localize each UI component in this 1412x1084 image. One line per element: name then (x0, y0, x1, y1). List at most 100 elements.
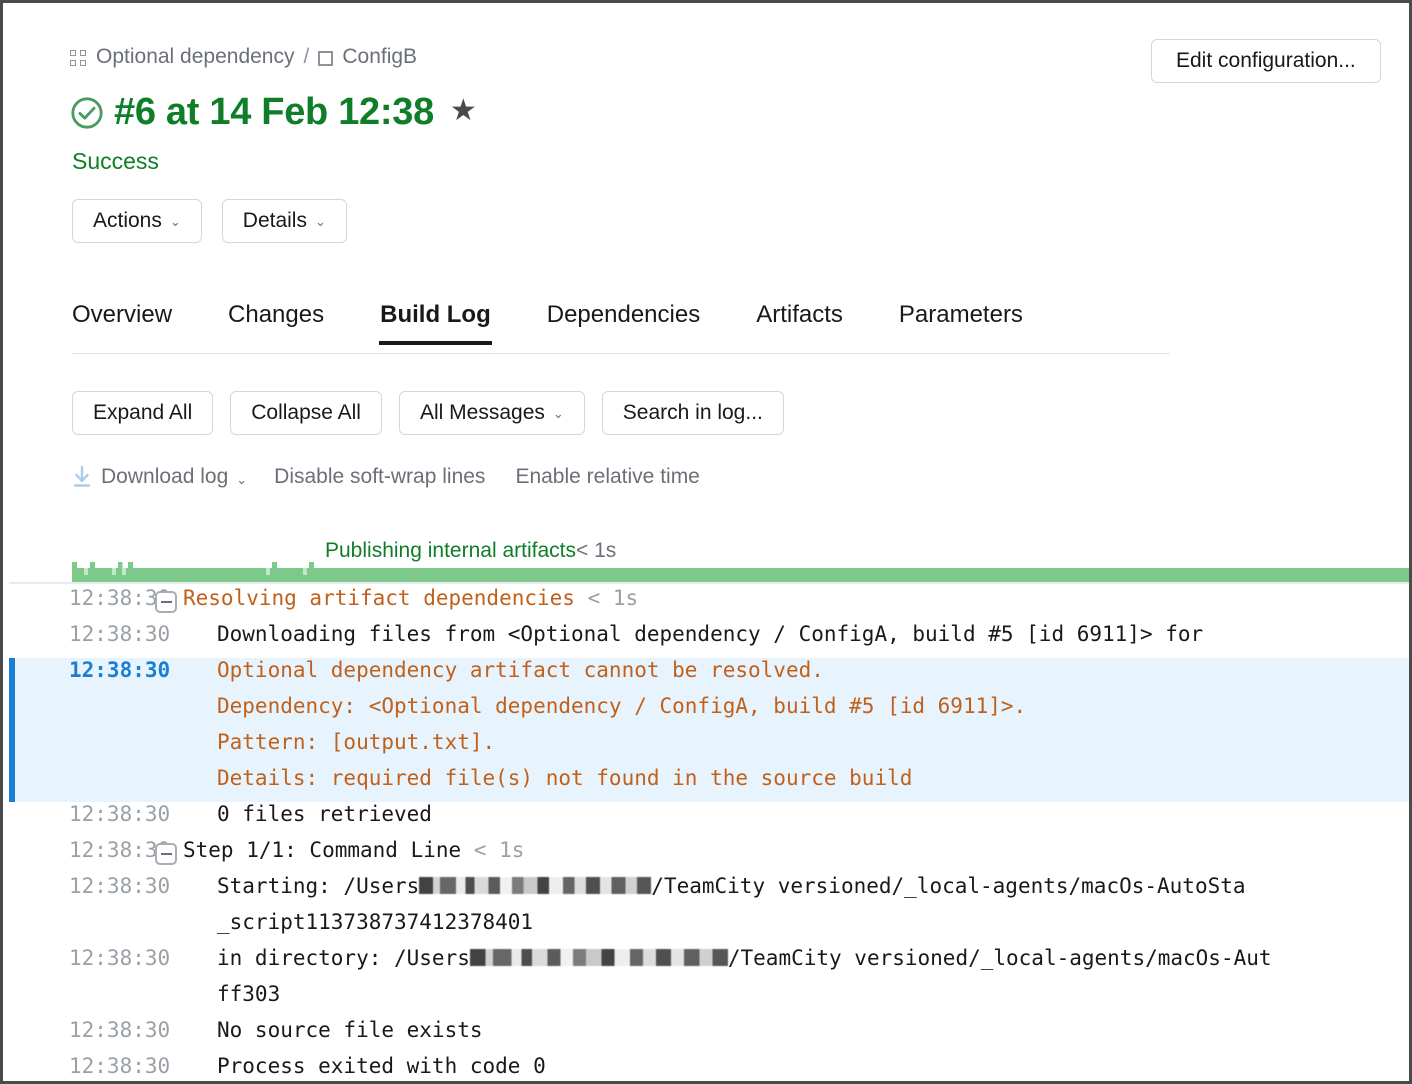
tab-dependencies[interactable]: Dependencies (547, 301, 700, 345)
log-divider (9, 582, 1409, 584)
enable-relative-time-link[interactable]: Enable relative time (515, 465, 699, 489)
tab-label: Dependencies (547, 301, 700, 328)
log-line[interactable]: Dependency: <Optional dependency / Confi… (9, 694, 1409, 730)
page-title: #6 at 14 Feb 12:38 (114, 91, 434, 134)
log-line[interactable]: Details: required file(s) not found in t… (9, 766, 1409, 802)
breadcrumb-separator: / (304, 45, 310, 69)
tab-label: Parameters (899, 301, 1023, 328)
log-duration: < 1s (588, 586, 639, 610)
build-title-row: #6 at 14 Feb 12:38 ★ (70, 91, 477, 134)
log-line[interactable]: 12:38:30Resolving artifact dependencies … (9, 586, 1409, 622)
tab-parameters[interactable]: Parameters (899, 301, 1023, 345)
redacted-path-segment (470, 949, 728, 966)
collapse-block-icon[interactable] (155, 843, 177, 865)
log-line[interactable]: 12:38:30 Step 1/1: Command Line < 1s (9, 838, 1409, 874)
edit-configuration-button[interactable]: Edit configuration... (1151, 39, 1381, 83)
log-duration: < 1s (474, 838, 525, 862)
tab-overview[interactable]: Overview (72, 301, 172, 345)
tab-changes[interactable]: Changes (228, 301, 324, 345)
log-toggle-cell (149, 730, 183, 735)
log-toggle-cell (149, 910, 183, 915)
search-in-log-button[interactable]: Search in log... (602, 391, 784, 435)
log-message: Downloading files from <Optional depende… (183, 622, 1409, 646)
tab-artifacts[interactable]: Artifacts (756, 301, 843, 345)
star-icon[interactable]: ★ (450, 96, 477, 126)
log-line[interactable]: 12:38:30Process exited with code 0 (9, 1054, 1409, 1081)
log-message: Resolving artifact dependencies < 1s (183, 586, 1409, 610)
log-toggle-cell (149, 694, 183, 699)
chevron-down-icon: ⌄ (236, 472, 247, 487)
log-message: Optional dependency artifact cannot be r… (183, 658, 1409, 682)
log-message: Process exited with code 0 (183, 1054, 1409, 1078)
log-timestamp: 12:38:30 (9, 658, 149, 682)
log-toggle-cell (149, 946, 183, 951)
page-content: Optional dependency / ConfigB Edit confi… (3, 3, 1409, 1081)
collapse-all-label: Collapse All (251, 401, 361, 425)
log-message-text: Dependency: <Optional dependency / Confi… (217, 694, 1026, 718)
tab-label: Overview (72, 301, 172, 328)
timeline-stage-name: Publishing internal artifacts (325, 539, 576, 562)
log-toggle-cell (149, 1054, 183, 1059)
actions-button[interactable]: Actions ⌄ (72, 199, 202, 243)
log-message: No source file exists (183, 1018, 1409, 1042)
project-grid-icon (70, 50, 87, 67)
disable-soft-wrap-link[interactable]: Disable soft-wrap lines (274, 465, 485, 489)
log-message-text-tail: /TeamCity versioned/_local-agents/macOs-… (728, 946, 1272, 970)
log-message: Step 1/1: Command Line < 1s (183, 838, 1409, 862)
download-log-label: Download log (101, 465, 228, 488)
message-filter-label: All Messages (420, 401, 545, 425)
log-group: 12:38:30 0 files retrieved 12:38:30 Step 1/… (9, 802, 1409, 1081)
breadcrumb: Optional dependency / ConfigB (70, 45, 417, 69)
log-toggle-cell (149, 874, 183, 879)
collapse-block-icon[interactable] (155, 591, 177, 613)
chevron-down-icon: ⌄ (170, 214, 181, 230)
download-log-link[interactable]: Download log ⌄ (101, 465, 247, 489)
log-message-text: Step 1/1: Command Line (183, 838, 474, 862)
log-toggle-cell (149, 838, 183, 865)
log-message-text: _script113738737412378401 (217, 910, 533, 934)
tab-label: Changes (228, 301, 324, 328)
log-message: Details: required file(s) not found in t… (183, 766, 1409, 790)
expand-all-button[interactable]: Expand All (72, 391, 213, 435)
details-button[interactable]: Details ⌄ (222, 199, 347, 243)
log-line[interactable]: 12:38:30Starting: /Users/TeamCity versio… (9, 874, 1409, 910)
log-message-text: ff303 (217, 982, 280, 1006)
log-toggle-cell (149, 766, 183, 771)
log-line[interactable]: 12:38:30 0 files retrieved (9, 802, 1409, 838)
timeline-tick-gap (122, 562, 126, 575)
message-filter-dropdown[interactable]: All Messages ⌄ (399, 391, 585, 435)
breadcrumb-project-link[interactable]: Optional dependency (96, 45, 295, 69)
build-log-body[interactable]: 12:38:30 Resolving artifact dependencies … (9, 586, 1409, 1081)
log-message-text-tail: /TeamCity versioned/_local-agents/macOs-… (651, 874, 1245, 898)
log-timestamp: 12:38:30 (9, 802, 149, 826)
chevron-down-icon: ⌄ (315, 214, 326, 230)
build-actions-row: Actions ⌄ Details ⌄ (72, 199, 347, 243)
log-line[interactable]: _script113738737412378401 (9, 910, 1409, 946)
log-line[interactable]: 12:38:30in directory: /Users/TeamCity ve… (9, 946, 1409, 982)
timeline-duration: < 1s (576, 539, 616, 562)
collapse-all-button[interactable]: Collapse All (230, 391, 382, 435)
log-timestamp: 12:38:30 (9, 946, 149, 970)
status-badge: Success (72, 148, 159, 175)
log-group: 12:38:30 Resolving artifact dependencies … (9, 586, 1409, 658)
log-line[interactable]: 12:38:30No source file exists (9, 1018, 1409, 1054)
build-tabs: Overview Changes Build Log Dependencies Arti… (72, 301, 1023, 345)
timeline-bar[interactable] (72, 568, 1409, 582)
log-sub-toolbar: Download log ⌄ Disable soft-wrap lines En… (72, 465, 730, 489)
log-timestamp: 12:38:30 (9, 622, 149, 646)
breadcrumb-config-link[interactable]: ConfigB (342, 45, 417, 69)
log-line[interactable]: 12:38:30 Downloading files from <Optional… (9, 622, 1409, 658)
log-message-text: 0 files retrieved (217, 802, 432, 826)
log-toggle-cell (149, 586, 183, 613)
log-message: Dependency: <Optional dependency / Confi… (183, 694, 1409, 718)
log-line[interactable]: ff303 (9, 982, 1409, 1018)
tab-build-log[interactable]: Build Log (380, 301, 491, 345)
tabs-underline (72, 353, 1170, 354)
log-line[interactable]: 12:38:30 Optional dependency artifact can… (9, 658, 1409, 694)
log-toggle-cell (149, 658, 183, 663)
log-line[interactable]: Pattern: [output.txt]. (9, 730, 1409, 766)
chevron-down-icon: ⌄ (553, 406, 564, 422)
log-timestamp: 12:38:30 (9, 838, 149, 862)
timeline-label: Publishing internal artifacts< 1s (325, 539, 616, 563)
timeline-tick-gap (84, 562, 88, 575)
